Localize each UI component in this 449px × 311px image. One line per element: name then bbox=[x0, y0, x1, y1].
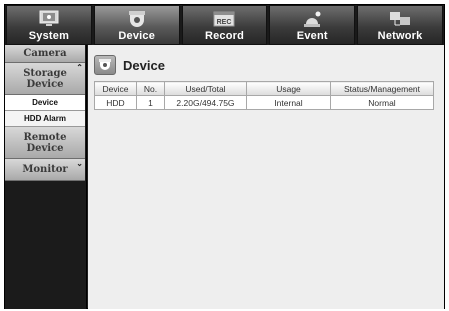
monitor-icon bbox=[37, 9, 61, 29]
tab-record[interactable]: REC Record bbox=[181, 5, 268, 45]
network-icon bbox=[388, 9, 412, 29]
main-menu-bar: System Device REC Record Event Network bbox=[5, 5, 444, 45]
chevron-up-icon: ⌃ bbox=[76, 62, 83, 72]
tab-label: System bbox=[28, 30, 70, 42]
sidebar-item-remote-device[interactable]: Remote Device bbox=[5, 127, 85, 159]
camera-dome-icon bbox=[94, 55, 116, 75]
column-header-device: Device bbox=[94, 81, 137, 96]
tab-system[interactable]: System bbox=[6, 5, 92, 45]
page-header: Device bbox=[94, 54, 165, 76]
sidebar-item-label: Remote Device bbox=[23, 131, 67, 154]
cell-status: Normal bbox=[330, 95, 434, 110]
sidebar-item-storage-device[interactable]: ⌃ Storage Device bbox=[5, 63, 85, 95]
page-title: Device bbox=[123, 57, 165, 73]
sidebar-subitem-device[interactable]: Device bbox=[5, 95, 85, 111]
table-header-row: Device No. Used/Total Usage Status/Manag… bbox=[94, 81, 434, 96]
sidebar-item-label: Monitor bbox=[22, 164, 68, 175]
device-table: Device No. Used/Total Usage Status/Manag… bbox=[94, 81, 434, 110]
column-header-no: No. bbox=[136, 81, 165, 96]
sidebar-item-monitor[interactable]: ⌄ Monitor bbox=[5, 159, 85, 181]
tab-label: Record bbox=[204, 30, 245, 42]
tab-label: Network bbox=[377, 30, 423, 42]
sidebar-subitem-label: HDD Alarm bbox=[24, 114, 66, 123]
cell-no: 1 bbox=[136, 95, 165, 110]
cell-usage: Internal bbox=[246, 95, 331, 110]
tab-label: Device bbox=[118, 30, 156, 42]
sidebar: Camera ⌃ Storage Device Device HDD Alarm… bbox=[5, 45, 87, 309]
tab-network[interactable]: Network bbox=[357, 5, 443, 45]
main-panel: Device Device No. Used/Total Usage Statu… bbox=[88, 45, 444, 309]
rec-icon: REC bbox=[212, 9, 236, 29]
sidebar-subitem-hdd-alarm[interactable]: HDD Alarm bbox=[5, 111, 85, 127]
sidebar-item-label: Camera bbox=[23, 48, 67, 59]
column-header-usage: Usage bbox=[246, 81, 331, 96]
app-frame: System Device REC Record Event Network C… bbox=[4, 4, 445, 309]
table-row[interactable]: HDD 1 2.20G/494.75G Internal Normal bbox=[94, 95, 434, 110]
column-header-status: Status/Management bbox=[330, 81, 434, 96]
sidebar-item-camera[interactable]: Camera bbox=[5, 45, 85, 63]
cell-device: HDD bbox=[94, 95, 137, 110]
camera-dome-icon bbox=[125, 9, 149, 29]
alarm-icon bbox=[300, 9, 324, 29]
column-header-used-total: Used/Total bbox=[164, 81, 247, 96]
tab-label: Event bbox=[296, 30, 328, 42]
sidebar-item-label: Storage Device bbox=[23, 67, 67, 90]
sidebar-subitem-label: Device bbox=[32, 98, 58, 107]
tab-event[interactable]: Event bbox=[269, 5, 356, 45]
tab-device[interactable]: Device bbox=[93, 5, 180, 45]
chevron-down-icon: ⌄ bbox=[76, 158, 83, 168]
rec-icon-text: REC bbox=[217, 19, 232, 26]
cell-used-total: 2.20G/494.75G bbox=[164, 95, 247, 110]
